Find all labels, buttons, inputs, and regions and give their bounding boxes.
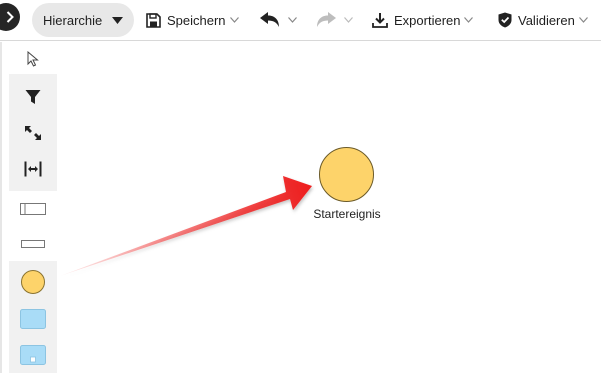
- chevron-down-icon: [229, 17, 239, 23]
- distribute-horizontal-icon: [24, 161, 42, 177]
- chevron-down-icon: [288, 17, 297, 23]
- start-event[interactable]: [319, 147, 374, 202]
- caret-down-icon: [112, 16, 124, 24]
- thin-shape-icon: [21, 240, 45, 248]
- subprocess-tool[interactable]: [9, 338, 57, 372]
- save-button[interactable]: Speichern: [146, 4, 239, 36]
- chevron-right-icon: [6, 11, 14, 23]
- start-event-label: Startereignis: [313, 207, 381, 221]
- redo-button[interactable]: [316, 4, 353, 36]
- filter-icon: [25, 90, 41, 104]
- subprocess-rect-icon: [20, 345, 46, 365]
- chevron-down-icon: [464, 17, 474, 23]
- task-rect-icon: [20, 309, 46, 329]
- pointer-tool[interactable]: [9, 44, 57, 74]
- resize-icon: [25, 126, 41, 140]
- tool-palette: [9, 44, 57, 373]
- hierarchy-label: Hierarchie: [43, 12, 103, 28]
- shield-check-icon: [498, 12, 512, 28]
- validate-button[interactable]: Validieren: [498, 4, 588, 36]
- undo-button[interactable]: [260, 4, 297, 36]
- pointer-icon: [27, 51, 39, 67]
- filter-tool[interactable]: [9, 80, 57, 114]
- redo-icon: [317, 12, 336, 27]
- hierarchy-dropdown-button[interactable]: Hierarchie: [32, 3, 134, 37]
- task-tool[interactable]: [9, 302, 57, 336]
- undo-icon: [260, 12, 279, 27]
- save-icon: [146, 12, 161, 28]
- resize-tool[interactable]: [9, 116, 57, 150]
- chevron-down-icon: [578, 17, 588, 23]
- toolbar: Hierarchie Speichern Exportieren Validie…: [0, 0, 601, 41]
- thin-shape-tool[interactable]: [9, 227, 57, 261]
- chevron-down-icon: [344, 17, 353, 23]
- lane-tool[interactable]: [9, 192, 57, 226]
- distribute-tool[interactable]: [9, 152, 57, 186]
- lane-shape-icon: [20, 203, 46, 215]
- left-edge: [0, 42, 2, 373]
- export-label: Exportieren: [394, 12, 461, 28]
- validate-label: Validieren: [518, 12, 575, 28]
- save-label: Speichern: [167, 12, 226, 28]
- download-icon: [372, 13, 388, 28]
- export-button[interactable]: Exportieren: [372, 4, 474, 36]
- collapse-sidebar-button[interactable]: [0, 3, 20, 31]
- event-tool[interactable]: [9, 265, 57, 299]
- event-circle-icon: [21, 270, 45, 294]
